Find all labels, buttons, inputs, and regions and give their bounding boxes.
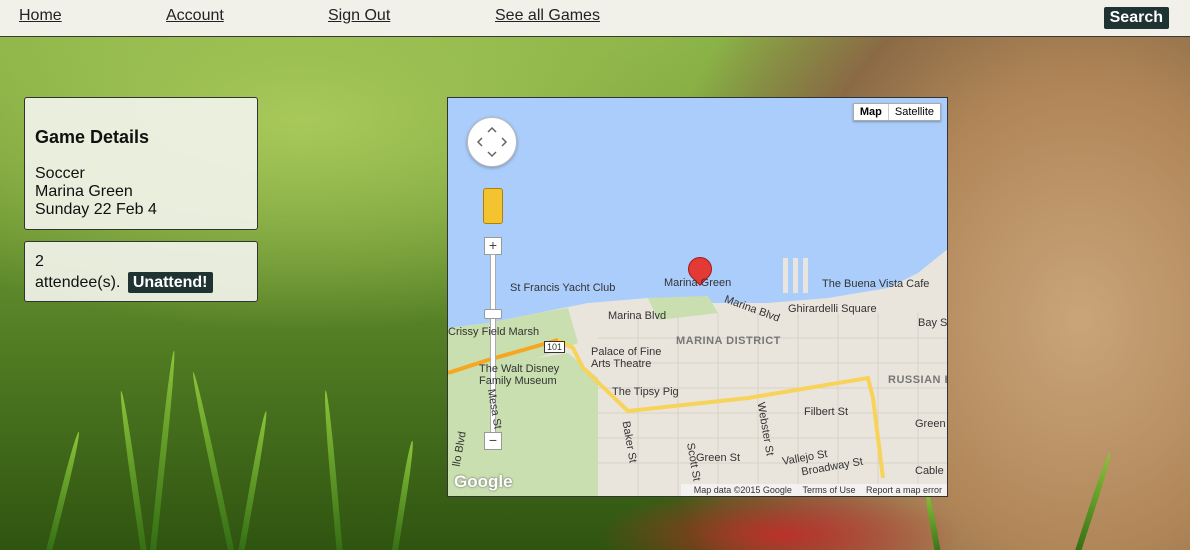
search-button[interactable]: Search <box>1103 7 1169 29</box>
highway-101-shield-icon: 101 <box>544 341 566 353</box>
attendance-card: 2 attendee(s). Unattend! <box>24 241 258 302</box>
map-label-bay-st: Bay St <box>918 317 948 329</box>
map-label-tipsy: The Tipsy Pig <box>612 386 679 398</box>
nav-account-link[interactable]: Account <box>166 7 224 25</box>
map-label-cable: Cable C <box>915 465 947 477</box>
map-label-ghirardelli: Ghirardelli Square <box>788 303 877 315</box>
nav-see-all-games-link[interactable]: See all Games <box>495 7 600 25</box>
map-type-satellite-option[interactable]: Satellite <box>889 104 940 120</box>
game-details-heading: Game Details <box>35 127 150 147</box>
report-map-error-link[interactable]: Report a map error <box>866 485 942 495</box>
map-canvas[interactable] <box>448 98 948 497</box>
zoom-slider-thumb[interactable] <box>484 309 502 319</box>
map-type-map-option[interactable]: Map <box>854 104 889 120</box>
game-location-map[interactable]: Map Satellite + − St Francis Yacht Club … <box>447 97 948 497</box>
map-label-marina-blvd: Marina Blvd <box>608 310 667 322</box>
game-sport: Soccer <box>35 165 85 182</box>
map-label-palace: Palace of Fine Arts Theatre <box>591 346 662 370</box>
game-date: Sunday 22 Feb 4 <box>35 201 157 218</box>
nav-home-link[interactable]: Home <box>19 7 62 25</box>
map-attribution: Map data ©2015 Google Terms of Use Repor… <box>680 484 947 496</box>
zoom-in-button[interactable]: + <box>484 237 502 255</box>
map-label-crissy: Crissy Field Marsh <box>448 326 540 338</box>
attendee-label: attendee(s). <box>35 274 121 291</box>
map-label-green-st: Green St <box>696 452 741 464</box>
map-label-marina-district: MARINA DISTRICT <box>676 335 781 347</box>
street-view-pegman-icon[interactable] <box>483 188 503 224</box>
pan-control[interactable] <box>467 117 517 167</box>
map-label-buena-vista: The Buena Vista Cafe <box>822 278 930 290</box>
map-label-filbert: Filbert St <box>804 406 849 418</box>
top-nav: Home Account Sign Out See all Games Sear… <box>0 0 1190 37</box>
nav-sign-out-link[interactable]: Sign Out <box>328 7 390 25</box>
map-label-russian-hill: RUSSIAN HI <box>888 374 947 386</box>
google-logo: Google <box>454 472 513 491</box>
map-data-credit: Map data ©2015 Google <box>693 485 792 495</box>
pan-arrows-icon <box>476 126 508 158</box>
map-type-toggle: Map Satellite <box>852 103 941 121</box>
map-label-green-st-2: Green St <box>915 418 947 430</box>
zoom-out-button[interactable]: − <box>484 432 502 450</box>
unattend-button[interactable]: Unattend! <box>127 272 213 293</box>
map-label-marina-green: Marina Green <box>664 277 732 289</box>
map-label-disney: The Walt Disney Family Museum <box>479 363 560 387</box>
game-details-card: Game Details Soccer Marina Green Sunday … <box>24 97 258 230</box>
attendee-count: 2 <box>35 253 44 270</box>
map-label-st-francis: St Francis Yacht Club <box>510 282 616 294</box>
game-location: Marina Green <box>35 183 133 200</box>
terms-of-use-link[interactable]: Terms of Use <box>802 485 855 495</box>
